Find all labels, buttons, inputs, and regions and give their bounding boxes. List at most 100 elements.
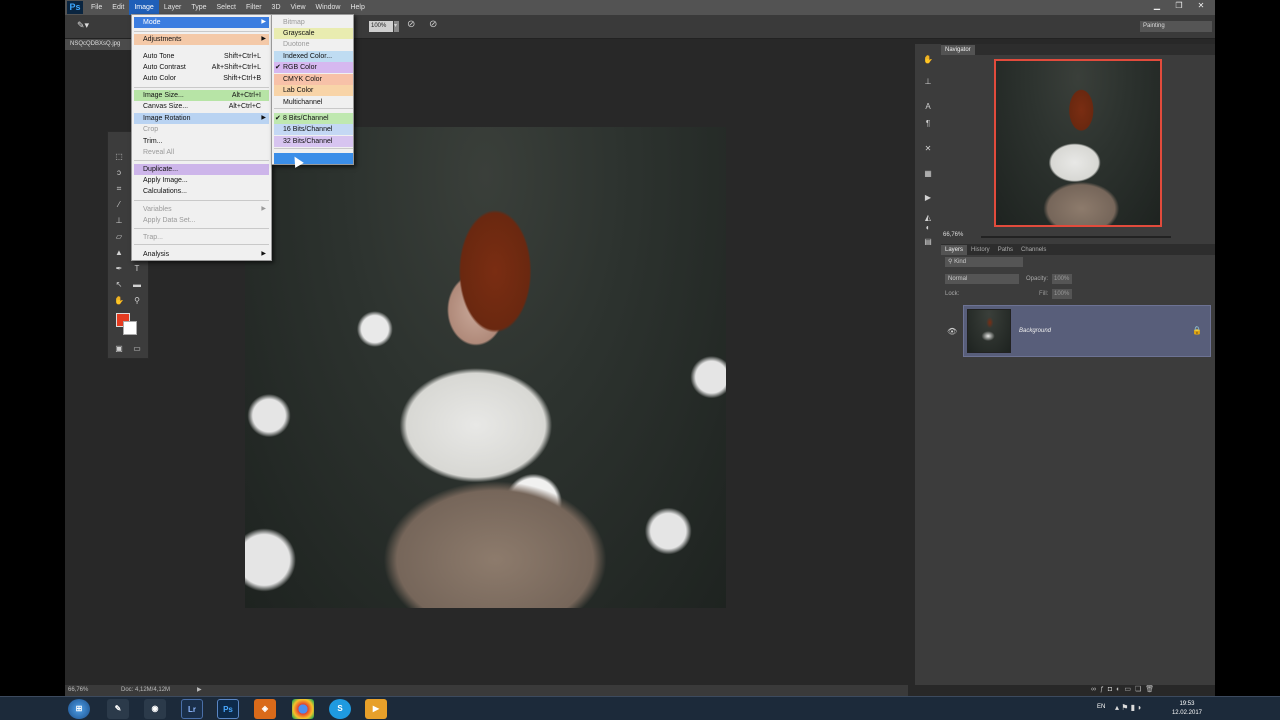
mode-item-8-bits-channel[interactable]: ✔ 8 Bits/Channel (274, 113, 353, 124)
lasso-icon[interactable]: ↄ (112, 167, 126, 179)
navigator-thumbnail[interactable] (994, 59, 1162, 227)
info-panel-icon[interactable]: ▤ (921, 236, 935, 248)
menu-type[interactable]: Type (186, 0, 211, 15)
menu-view[interactable]: View (286, 0, 311, 15)
tab-history[interactable]: History (967, 245, 994, 255)
swatches-icon[interactable]: ▦ (921, 168, 935, 180)
taskbar-lightroom-app[interactable]: Lr (181, 699, 203, 719)
pen-icon[interactable]: ✒ (112, 263, 126, 275)
navigator-zoom-slider[interactable] (981, 236, 1171, 238)
zoom-value-field[interactable]: 100% (369, 21, 393, 32)
start-button[interactable]: ⊞ (68, 699, 90, 719)
path-select-icon[interactable]: ↖ (112, 279, 126, 291)
mode-item-32-bits-channel[interactable]: 32 Bits/Channel (274, 136, 353, 147)
mode-item-lab-color[interactable]: Lab Color (274, 85, 353, 96)
menu-item-calculations[interactable]: Calculations... (134, 186, 269, 197)
tray-icons[interactable]: ▴ ⚑ ▮ ◗ (1115, 703, 1142, 712)
menu-item-adjustments[interactable]: Adjustments ▶ (134, 34, 269, 45)
screen-mode-icon[interactable]: ▭ (130, 343, 144, 355)
tools-presets-icon[interactable]: ✕ (921, 143, 935, 155)
menu-item-canvas-size[interactable]: Canvas Size... Alt+Ctrl+C (134, 101, 269, 112)
eraser-icon[interactable]: ▱ (112, 231, 126, 243)
background-color-swatch[interactable] (123, 321, 137, 335)
menu-item-auto-contrast[interactable]: Auto Contrast Alt+Shift+Ctrl+L (134, 62, 269, 73)
new-layer-icon[interactable]: ❏ (1135, 686, 1145, 693)
brush-preset-icon[interactable]: ✎▾ (77, 20, 99, 34)
taskbar-vpn-app[interactable]: ◈ (254, 699, 276, 719)
eyedropper-icon[interactable]: ⁄ (112, 199, 126, 211)
type-icon[interactable]: T (130, 263, 144, 275)
language-indicator[interactable]: EN (1097, 704, 1105, 710)
status-zoom[interactable]: 66,76% (68, 685, 88, 696)
stamp-icon[interactable]: ⊥ (112, 215, 126, 227)
kind-filter-select[interactable]: ⚲ Kind (945, 257, 1023, 267)
menu-edit[interactable]: Edit (107, 0, 129, 15)
tab-navigator[interactable]: Navigator (941, 45, 975, 55)
quick-mask-icon[interactable]: ▣ (112, 343, 126, 355)
character-panel-icon[interactable]: A (921, 101, 935, 113)
workspace-select[interactable]: Painting (1140, 21, 1212, 32)
menu-file[interactable]: File (86, 0, 107, 15)
navigator-zoom[interactable]: 66,76% (943, 232, 963, 238)
zoom-dropdown-icon[interactable]: ▾ (394, 21, 399, 32)
menu-item-auto-color[interactable]: Auto Color Shift+Ctrl+B (134, 73, 269, 84)
menu-help[interactable]: Help (345, 0, 369, 15)
menu-select[interactable]: Select (212, 0, 241, 15)
airbrush-icon[interactable]: ⊘ (407, 19, 415, 30)
mode-item-cmyk-color[interactable]: CMYK Color (274, 74, 353, 85)
rectangle-icon[interactable]: ▬ (130, 279, 144, 291)
hand-icon[interactable]: ✋ (112, 295, 126, 307)
mask-icon[interactable]: ◘ (1108, 686, 1116, 693)
menu-item-image-rotation[interactable]: Image Rotation ▶ (134, 113, 269, 124)
history-brush-panel-icon[interactable]: ✋ (921, 54, 935, 66)
layer-visibility-eye-icon[interactable]: 👁 (947, 327, 957, 336)
status-arrow-icon[interactable]: ▶ (197, 685, 202, 696)
taskbar-video-app[interactable]: ▶ (365, 699, 387, 719)
mode-item-indexed-color[interactable]: Indexed Color... (274, 51, 353, 62)
menu-item-duplicate[interactable]: Duplicate... (134, 164, 269, 175)
menu-layer[interactable]: Layer (159, 0, 187, 15)
mode-item-16-bits-channel[interactable]: 16 Bits/Channel (274, 124, 353, 135)
taskbar-photoshop-app[interactable]: Ps (217, 699, 239, 719)
menu-item-auto-tone[interactable]: Auto Tone Shift+Ctrl+L (134, 51, 269, 62)
trash-icon[interactable]: 🗑 (1145, 686, 1158, 693)
tab-paths[interactable]: Paths (994, 245, 1017, 255)
clone-source-icon[interactable]: ⊥ (921, 76, 935, 88)
fx-icon[interactable]: ƒ (1100, 686, 1108, 693)
menu-item-mode[interactable]: Mode ▶ (134, 17, 269, 28)
tablet-pressure-icon[interactable]: ⊘ (429, 19, 437, 30)
minimize-button[interactable]: ▁ (1147, 1, 1167, 11)
document-tab[interactable]: NSQcQDBXsQ.jpg (65, 39, 135, 50)
zoom-icon[interactable]: ⚲ (130, 295, 144, 307)
paragraph-panel-icon[interactable]: ¶ (921, 118, 935, 130)
taskbar-pencil-app[interactable]: ✎ (107, 699, 129, 719)
mode-item-rgb-color[interactable]: ✔ RGB Color (274, 62, 353, 73)
crop-icon[interactable]: ⌗ (112, 183, 126, 195)
system-clock[interactable]: 19:53 12.02.2017 (1172, 700, 1202, 718)
menu-window[interactable]: Window (311, 0, 346, 15)
taskbar-skype-app[interactable]: S (329, 699, 351, 719)
restore-button[interactable]: ❐ (1169, 1, 1189, 11)
menu-3d[interactable]: 3D (267, 0, 286, 15)
fill-field[interactable]: 100% (1052, 289, 1072, 299)
taskbar-chrome-app[interactable] (292, 699, 314, 719)
mode-item-hovered[interactable] (274, 153, 353, 164)
actions-play-icon[interactable]: ▶ (921, 192, 935, 204)
layer-row-background[interactable]: Background 🔒 (963, 305, 1211, 357)
color-panel-icon[interactable]: ◐ (921, 222, 935, 234)
close-button[interactable]: ✕ (1191, 1, 1211, 11)
menu-image[interactable]: Image (129, 0, 159, 15)
tab-layers[interactable]: Layers (941, 245, 968, 255)
tab-channels[interactable]: Channels (1017, 245, 1050, 255)
blend-mode-select[interactable]: Normal (945, 274, 1019, 284)
layer-name[interactable]: Background (1019, 328, 1051, 334)
opacity-field[interactable]: 100% (1052, 274, 1072, 284)
mode-item-grayscale[interactable]: Grayscale (274, 28, 353, 39)
menu-item-analysis[interactable]: Analysis ▶ (134, 249, 269, 260)
group-folder-icon[interactable]: ▭ (1124, 686, 1135, 693)
mode-item-multichannel[interactable]: Multichannel (274, 97, 353, 108)
blur-icon[interactable]: ▲ (112, 247, 126, 259)
menu-item-trim[interactable]: Trim... (134, 136, 269, 147)
marquee-icon[interactable]: ⬚ (112, 151, 126, 163)
menu-item-apply-image[interactable]: Apply Image... (134, 175, 269, 186)
